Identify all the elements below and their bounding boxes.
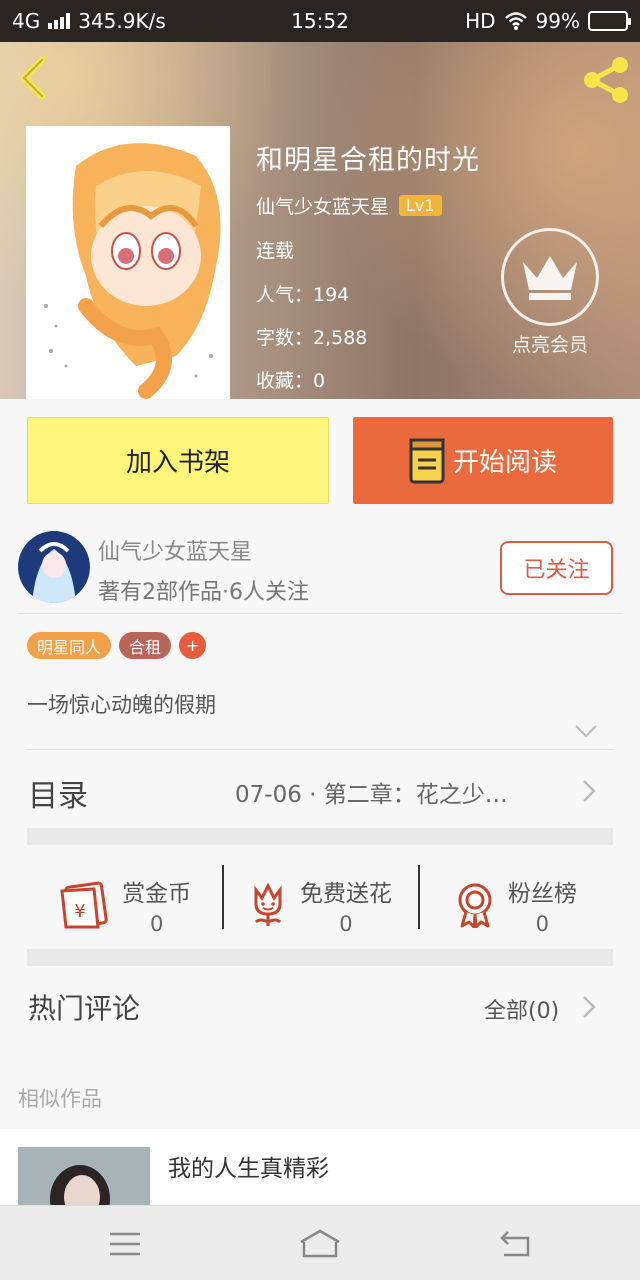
vip-button[interactable]: 点亮会员 (500, 228, 600, 357)
start-reading-label: 开始阅读 (452, 448, 557, 478)
fan-ranking-label: 粉丝榜 (507, 881, 577, 907)
reward-coins-count: 0 (149, 912, 164, 936)
chevron-right-icon (583, 780, 596, 802)
fan-ranking-count: 0 (535, 912, 549, 936)
section-separator (27, 828, 613, 845)
red-envelope-icon: ¥ (60, 881, 108, 929)
similar-work-title: 我的人生真精彩 (168, 1156, 329, 1182)
vip-label: 点亮会员 (511, 334, 588, 356)
add-tag-button[interactable]: + (179, 632, 207, 659)
menu-button[interactable] (105, 1228, 145, 1260)
back-arrow-icon (20, 56, 46, 100)
author-row: 仙气少女蓝天星 著有2部作品·6人关注 已关注 (0, 529, 640, 615)
level-badge: Lv1 (399, 195, 442, 216)
tag-mingxing[interactable]: 明星同人 (27, 632, 112, 659)
book-icon (409, 438, 445, 483)
share-button[interactable] (580, 54, 632, 106)
send-flower-count: 0 (339, 912, 353, 936)
word-count-stat: 字数：2,588 (256, 327, 368, 349)
crown-icon (523, 256, 577, 300)
divider (18, 613, 623, 614)
chevron-down-icon (575, 725, 597, 738)
battery-icon (588, 11, 631, 31)
back-nav-button[interactable] (496, 1228, 536, 1260)
hd-indicator: HD (465, 9, 496, 33)
author-name[interactable]: 仙气少女蓝天星 (98, 534, 252, 566)
return-icon (500, 1231, 530, 1257)
signal-icon (48, 13, 71, 29)
anime-girl-illustration (26, 126, 230, 399)
follow-button[interactable]: 已关注 (500, 541, 613, 595)
expand-summary-button[interactable] (574, 723, 598, 738)
all-comments-link[interactable]: 全部(0) (484, 993, 559, 1025)
send-flower-label: 免费送花 (299, 881, 392, 907)
svg-text:¥: ¥ (74, 901, 85, 922)
serial-status: 连载 (256, 240, 295, 262)
similar-works-title: 相似作品 (18, 1087, 102, 1111)
back-button[interactable] (14, 56, 54, 100)
book-header: 和明星合租的时光 仙气少女蓝天星 Lv1 连载 人气：194 字数：2,588 … (0, 42, 640, 399)
home-icon (300, 1229, 340, 1258)
similar-work-cover (18, 1147, 150, 1205)
flower-icon (254, 882, 282, 926)
chevron-right-icon (583, 996, 596, 1018)
medal-icon (458, 883, 492, 928)
reward-coins-label: 赏金币 (122, 881, 192, 907)
divider (27, 749, 613, 750)
battery-percent: 99% (535, 9, 580, 33)
status-bar: 4G 345.9K/s 15:52 HD 99% (0, 0, 640, 42)
avatar-illustration (18, 531, 90, 603)
send-flower-button[interactable]: 免费送花 0 (222, 845, 417, 965)
toc-label: 目录 (28, 779, 88, 814)
table-of-contents-row[interactable]: 目录 07-06 · 第二章：花之少… (0, 751, 640, 827)
network-speed: 345.9K/s (78, 9, 166, 33)
author-avatar[interactable] (18, 531, 90, 603)
portrait-thumbnail (18, 1147, 150, 1205)
wifi-icon (504, 12, 527, 30)
tag-list: 明星同人 合租 + (27, 632, 207, 659)
menu-icon (110, 1232, 140, 1256)
tag-hezu[interactable]: 合租 (119, 632, 172, 659)
popularity-stat: 人气：194 (256, 284, 350, 306)
book-author[interactable]: 仙气少女蓝天星 (256, 192, 389, 219)
support-actions: ¥ 赏金币 0 免费送花 0 粉丝榜 0 (27, 845, 613, 965)
author-stats: 著有2部作品·6人关注 (98, 580, 309, 605)
book-detail-content: 加入书架 开始阅读 仙气少女蓝天星 著有2部作品·6人关注 已关注 明星同人 合… (0, 399, 640, 1205)
crown-badge (501, 228, 599, 326)
hot-comments-header: 热门评论 全部(0) (0, 979, 640, 1039)
book-cover-image[interactable] (26, 126, 230, 399)
fan-ranking-button[interactable]: 粉丝榜 0 (417, 845, 613, 965)
network-type: 4G (12, 9, 41, 33)
hot-comments-title: 热门评论 (28, 992, 141, 1025)
reward-coins-button[interactable]: ¥ 赏金币 0 (27, 845, 222, 965)
home-button[interactable] (298, 1228, 342, 1260)
system-nav-bar (0, 1205, 640, 1280)
latest-chapter: 07-06 · 第二章：花之少… (235, 782, 508, 808)
start-reading-button[interactable]: 开始阅读 (353, 417, 613, 504)
book-author-line: 仙气少女蓝天星 Lv1 (256, 192, 442, 219)
book-summary: 一场惊心动魄的假期 (27, 693, 216, 717)
share-icon (584, 57, 628, 103)
section-separator (27, 949, 613, 966)
favorites-stat: 收藏：0 (256, 370, 326, 392)
similar-work-item[interactable]: 我的人生真精彩 (0, 1129, 640, 1205)
add-to-shelf-button[interactable]: 加入书架 (27, 417, 329, 504)
book-title: 和明星合租的时光 (256, 145, 480, 176)
